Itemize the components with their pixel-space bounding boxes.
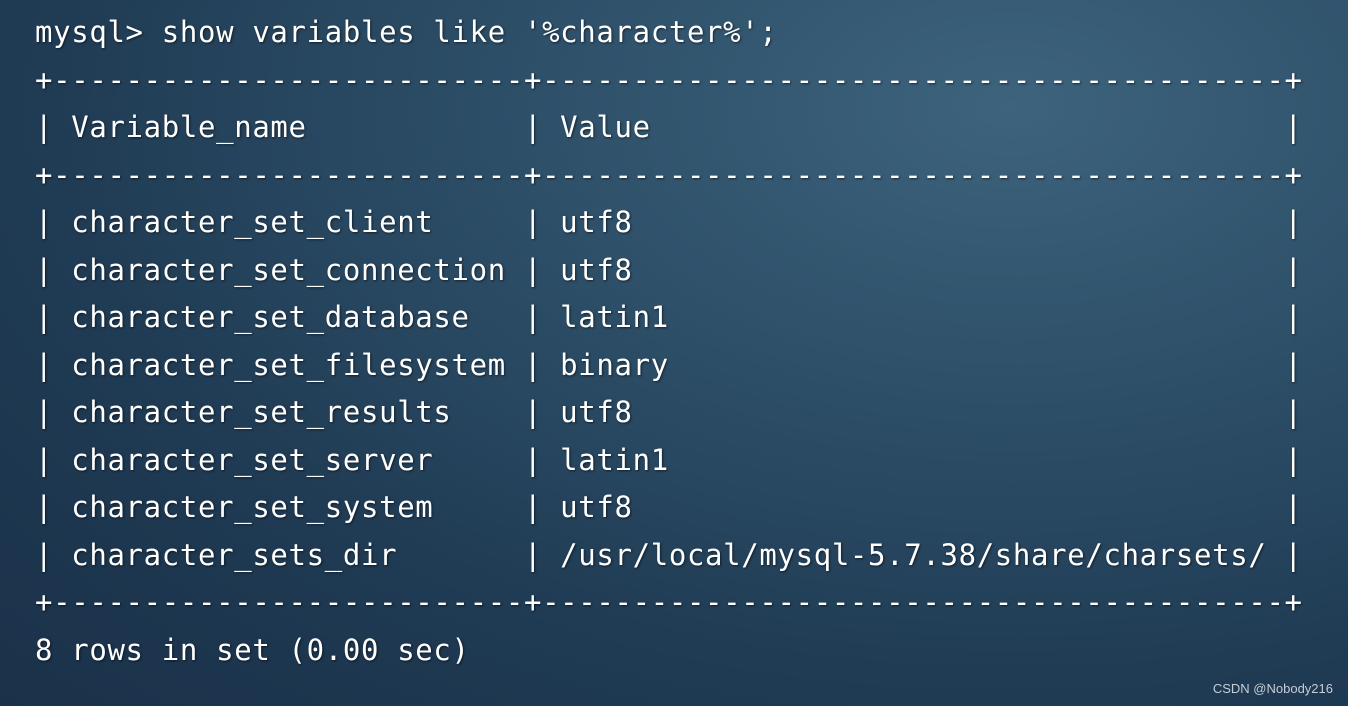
table-border-bottom: +--------------------------+------------…	[35, 585, 1303, 619]
table-row: | character_set_results | utf8 |	[35, 395, 1303, 429]
table-header-row: | Variable_name | Value |	[35, 110, 1303, 144]
result-summary: 8 rows in set (0.00 sec)	[35, 632, 470, 667]
table-row: | character_set_connection | utf8 |	[35, 252, 1303, 287]
table-row: | character_set_client | utf8 |	[35, 205, 1303, 239]
table-border-top: +--------------------------+------------…	[35, 62, 1303, 97]
table-row: | character_set_filesystem | binary |	[35, 347, 1303, 382]
table-row: | character_sets_dir | /usr/local/mysql-…	[35, 537, 1303, 572]
table-row: | character_set_server | latin1 |	[35, 442, 1303, 477]
command-line: mysql> show variables like '%character%'…	[35, 15, 778, 49]
terminal-output: mysql> show variables like '%character%'…	[35, 9, 1303, 674]
table-row: | character_set_system | utf8 |	[35, 490, 1303, 524]
table-border-header: +--------------------------+------------…	[35, 157, 1303, 192]
watermark: CSDN @Nobody216	[1212, 681, 1333, 696]
table-row: | character_set_database | latin1 |	[35, 300, 1303, 334]
